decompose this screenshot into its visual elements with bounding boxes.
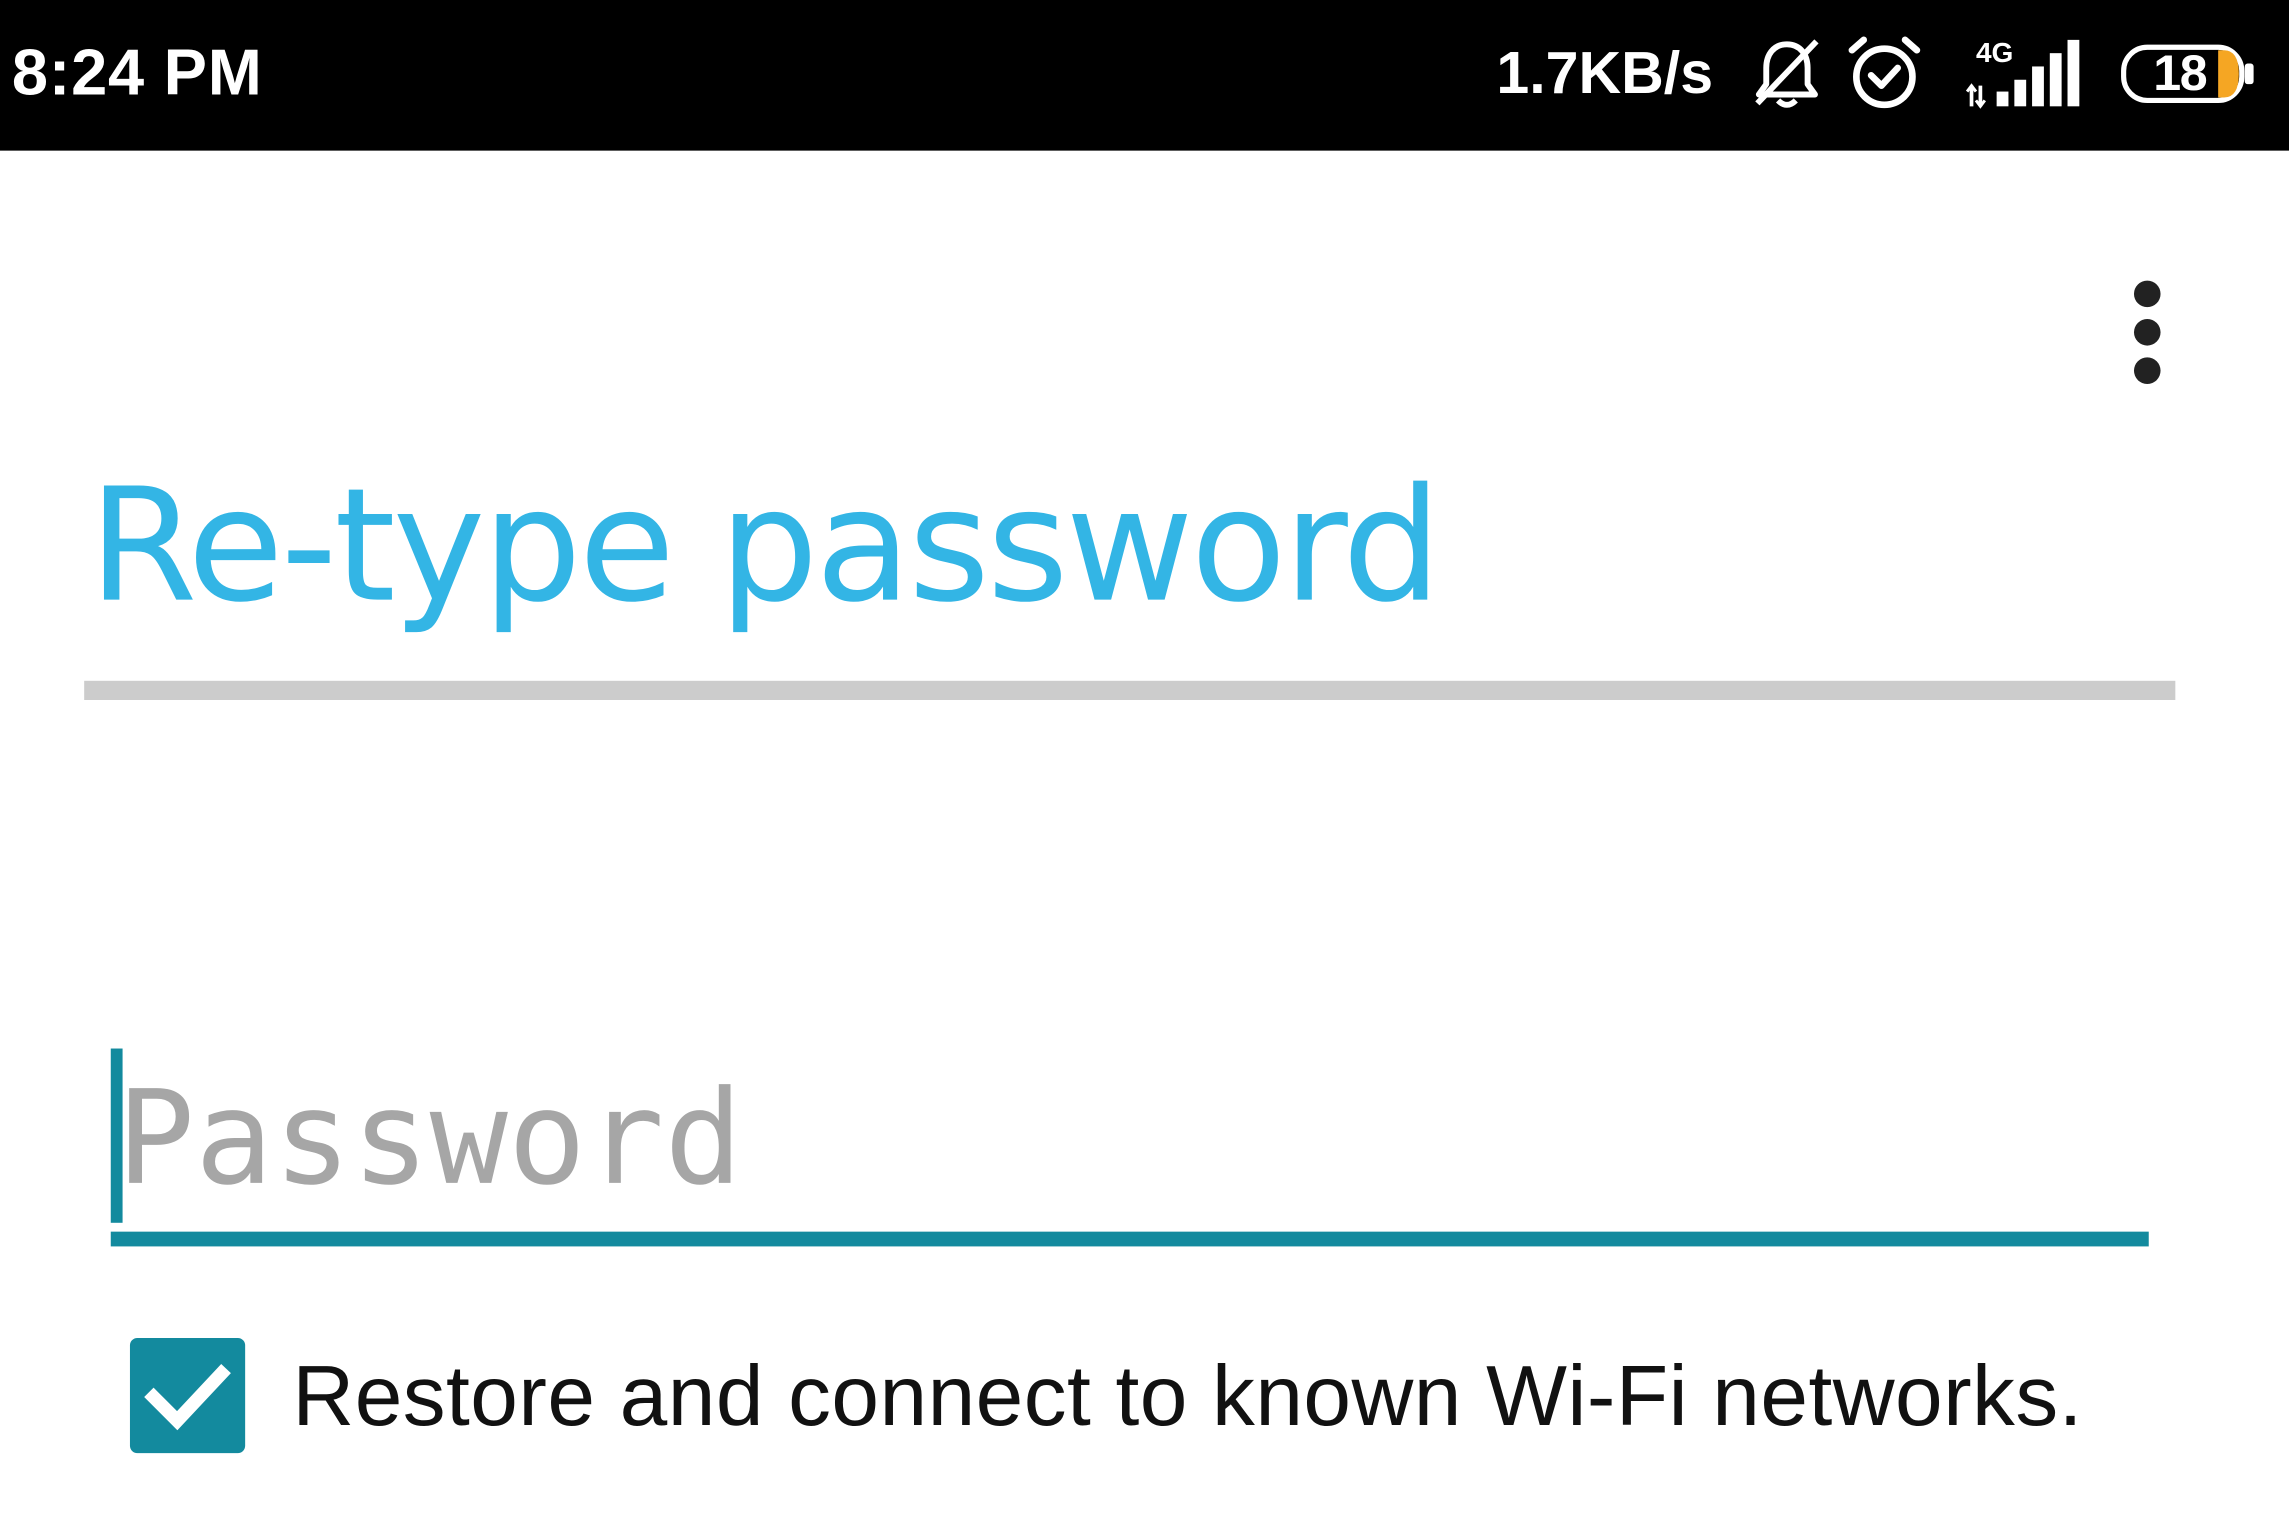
password-input[interactable] [116, 1048, 2126, 1226]
status-indicators: 1.7KB/s 4G 18 [1496, 32, 2256, 115]
overflow-dot [2133, 318, 2161, 346]
checkmark-icon [144, 1364, 231, 1431]
status-time: 8:24 PM [11, 36, 263, 110]
battery-level: 18 [2153, 45, 2207, 102]
battery-icon: 18 [2121, 44, 2257, 104]
wifi-restore-checkbox[interactable] [129, 1337, 246, 1454]
wifi-restore-option[interactable]: Restore and connect to known Wi-Fi netwo… [129, 1337, 2083, 1455]
overflow-dot [2133, 280, 2161, 308]
app-screen: 8:24 PM 1.7KB/s 4G 18 Re-type password R… [0, 0, 2289, 1526]
signal-4g-icon: 4G [1964, 32, 2091, 115]
svg-text:4G: 4G [1976, 37, 2013, 68]
network-speed: 1.7KB/s [1496, 41, 1714, 107]
title-divider [84, 680, 2176, 701]
more-vertical-icon[interactable] [2097, 266, 2200, 399]
alarm-icon [1843, 32, 1926, 115]
password-field[interactable] [110, 1034, 2149, 1247]
password-field-underline [110, 1231, 2149, 1247]
status-bar: 8:24 PM 1.7KB/s 4G 18 [0, 0, 2289, 151]
overflow-dot [2133, 357, 2161, 384]
page-title: Re-type password [88, 454, 1442, 637]
notifications-muted-icon [1749, 35, 1826, 112]
wifi-restore-label: Restore and connect to known Wi-Fi netwo… [292, 1347, 2083, 1444]
